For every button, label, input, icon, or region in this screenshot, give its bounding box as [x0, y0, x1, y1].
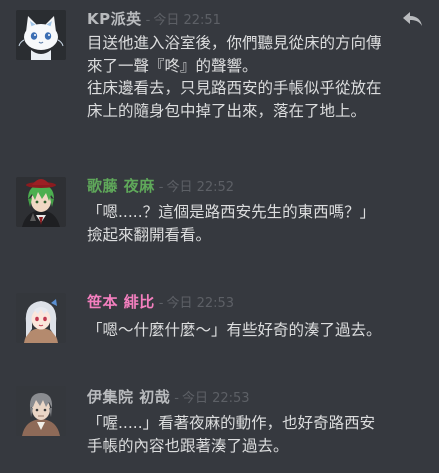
message-header: KP派英 - 今日 22:51 [87, 9, 221, 31]
message-line: 撿起來翻開看看。 [87, 225, 212, 244]
message-line: 「喔.....」看著夜麻的動作，也好奇路西安 [87, 414, 376, 432]
chat-message-list: KP派英 - 今日 22:51 目送他進入浴室後，你們聽見從床的方向傳 來了一聲『咚… [0, 0, 439, 473]
header-separator: - [158, 296, 164, 311]
message-line: 「嗯.....？這個是路西安先生的東西嗎？」 [87, 203, 376, 221]
silver-hair-girl-avatar[interactable] [16, 293, 66, 343]
message-line: 手帳的內容也跟著湊了過去。 [87, 436, 289, 455]
message-header: 歌藤 夜麻 - 今日 22:52 [87, 176, 234, 198]
chat-message: 歌藤 夜麻 - 今日 22:52 「嗯.....？這個是路西安先生的東西嗎？」 撿起… [0, 166, 439, 266]
chat-message: KP派英 - 今日 22:51 目送他進入浴室後，你們聽見從床的方向傳 來了一聲『咚… [0, 0, 439, 140]
gray-hair-man-avatar[interactable] [16, 386, 66, 436]
message-timestamp: 今日 22:52 [166, 180, 235, 195]
message-body: 目送他進入浴室後，你們聽見從床的方向傳 來了一聲『咚』的聲響。 往床邊看去，只見… [87, 32, 433, 122]
message-body: 「嗯.....？這個是路西安先生的東西嗎？」 撿起來翻開看看。 [87, 201, 433, 246]
reply-arrow-icon[interactable] [401, 10, 423, 28]
message-header: 伊集院 初哉 - 今日 22:53 [87, 387, 250, 409]
author-name[interactable]: 歌藤 夜麻 [87, 177, 155, 195]
chat-message: 笹本 緋比 - 今日 22:53 「嗯～什麼什麼～」有些好奇的湊了過去。 [0, 283, 439, 358]
chat-message: 伊集院 初哉 - 今日 22:53 「喔.....」看著夜麻的動作，也好奇路西安 手… [0, 376, 439, 473]
white-cat-avatar[interactable] [16, 10, 66, 60]
header-separator: - [158, 180, 164, 195]
author-name[interactable]: 笹本 緋比 [87, 293, 155, 311]
author-name[interactable]: 伊集院 初哉 [87, 388, 170, 406]
message-timestamp: 今日 22:53 [181, 391, 250, 406]
message-timestamp: 今日 22:51 [153, 13, 221, 28]
message-header: 笹本 緋比 - 今日 22:53 [87, 292, 234, 314]
green-hair-character-avatar[interactable] [16, 177, 66, 227]
author-name[interactable]: KP派英 [87, 10, 142, 28]
message-line: 目送他進入浴室後，你們聽見從床的方向傳 [87, 34, 382, 52]
message-line: 「嗯～什麼什麼～」有些好奇的湊了過去。 [87, 321, 382, 339]
message-line: 來了一聲『咚』的聲響。 [87, 56, 258, 75]
message-line: 床上的隨身包中掉了出來，落在了地上。 [87, 101, 367, 120]
message-line: 往床邊看去，只見路西安的手帳似乎從放在 [87, 79, 382, 97]
header-separator: - [174, 391, 179, 406]
message-body: 「嗯～什麼什麼～」有些好奇的湊了過去。 [87, 319, 433, 342]
header-separator: - [145, 13, 151, 28]
message-body: 「喔.....」看著夜麻的動作，也好奇路西安 手帳的內容也跟著湊了過去。 [87, 412, 433, 457]
message-timestamp: 今日 22:53 [166, 296, 235, 311]
